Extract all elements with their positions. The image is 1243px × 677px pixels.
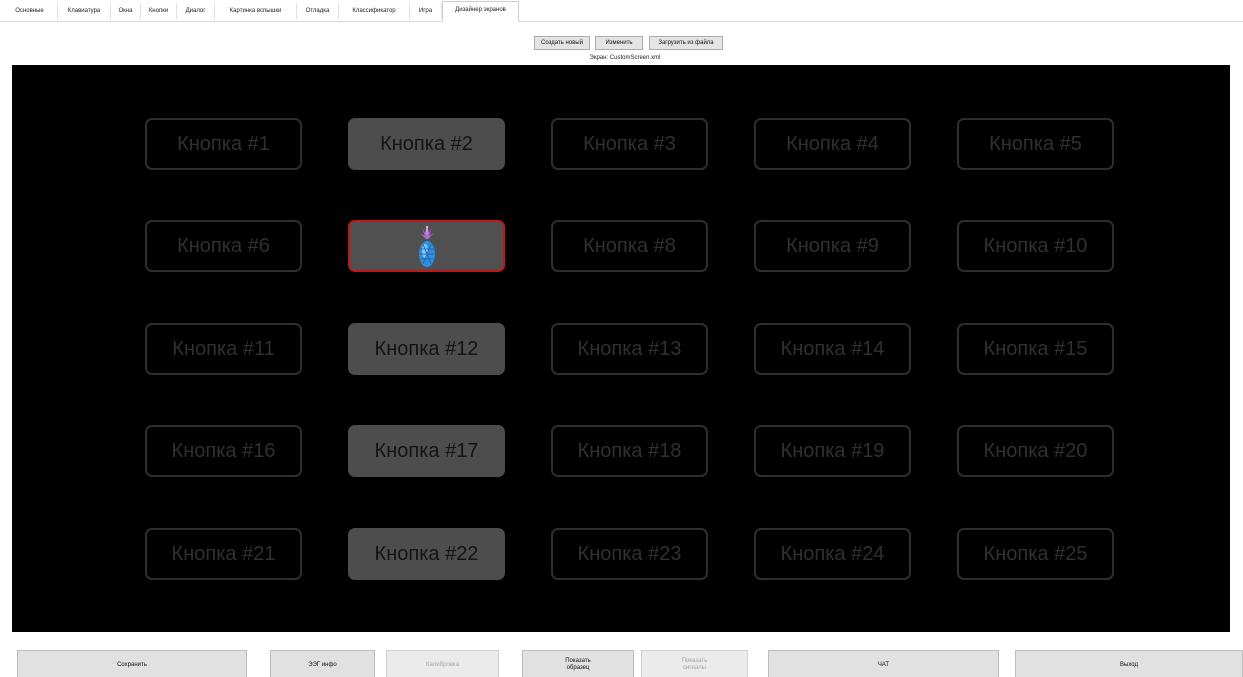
tab-debug[interactable]: Отладка <box>297 3 339 19</box>
save-button[interactable]: Сохранить <box>17 650 247 677</box>
pineapple-icon <box>418 225 435 267</box>
grid-button-4[interactable]: Кнопка #4 <box>754 118 911 170</box>
grid-button-2[interactable]: Кнопка #2 <box>348 118 505 170</box>
tab-keyboard[interactable]: Клавиатура <box>58 3 111 19</box>
tab-main[interactable]: Основные <box>2 3 58 19</box>
grid-button-3[interactable]: Кнопка #3 <box>551 118 708 170</box>
grid-button-7-selected[interactable] <box>348 220 505 272</box>
app-window: Основные Клавиатура Окна Кнопки Диалог К… <box>0 0 1243 677</box>
grid-button-25[interactable]: Кнопка #25 <box>957 528 1114 580</box>
grid-button-23[interactable]: Кнопка #23 <box>551 528 708 580</box>
grid-button-8[interactable]: Кнопка #8 <box>551 220 708 272</box>
tab-classifier[interactable]: Классификатор <box>339 3 410 19</box>
grid-button-20[interactable]: Кнопка #20 <box>957 425 1114 477</box>
grid-button-22[interactable]: Кнопка #22 <box>348 528 505 580</box>
grid-button-16[interactable]: Кнопка #16 <box>145 425 302 477</box>
grid-button-17[interactable]: Кнопка #17 <box>348 425 505 477</box>
grid-button-1[interactable]: Кнопка #1 <box>145 118 302 170</box>
tab-windows[interactable]: Окна <box>111 3 141 19</box>
edit-button[interactable]: Изменить <box>595 36 643 50</box>
grid-button-5[interactable]: Кнопка #5 <box>957 118 1114 170</box>
eeg-info-button[interactable]: ЭЭГ инфо <box>270 650 375 677</box>
tab-bar: Основные Клавиатура Окна Кнопки Диалог К… <box>0 0 1243 22</box>
grid-button-19[interactable]: Кнопка #19 <box>754 425 911 477</box>
grid-button-12[interactable]: Кнопка #12 <box>348 323 505 375</box>
calibration-button[interactable]: Калибровка <box>386 650 499 677</box>
grid-button-13[interactable]: Кнопка #13 <box>551 323 708 375</box>
show-signals-button[interactable]: Показать сигналы <box>641 650 748 677</box>
grid-button-18[interactable]: Кнопка #18 <box>551 425 708 477</box>
tab-screen-designer[interactable]: Дизайнер экранов <box>442 1 519 22</box>
tab-dialog[interactable]: Диалог <box>177 3 215 19</box>
tab-game[interactable]: Игра <box>410 3 442 19</box>
grid-button-14[interactable]: Кнопка #14 <box>754 323 911 375</box>
tab-flash-picture[interactable]: Картинка вспышки <box>215 3 297 19</box>
bottom-toolbar: Сохранить ЭЭГ инфо Калибровка Показать о… <box>0 640 1243 677</box>
exit-button[interactable]: Выход <box>1015 650 1243 677</box>
grid-button-21[interactable]: Кнопка #21 <box>145 528 302 580</box>
grid-button-15[interactable]: Кнопка #15 <box>957 323 1114 375</box>
screen-preview: Кнопка #1 Кнопка #2 Кнопка #3 Кнопка #4 … <box>12 65 1230 632</box>
grid-button-6[interactable]: Кнопка #6 <box>145 220 302 272</box>
grid-button-24[interactable]: Кнопка #24 <box>754 528 911 580</box>
chat-button[interactable]: ЧАТ <box>768 650 999 677</box>
load-from-file-button[interactable]: Загрузить из файла <box>649 36 723 50</box>
grid-button-10[interactable]: Кнопка #10 <box>957 220 1114 272</box>
screen-file-label: Экран: CustomScreen.xml <box>589 55 661 61</box>
show-sample-button[interactable]: Показать образец <box>522 650 634 677</box>
create-new-button[interactable]: Создать новый <box>534 36 590 50</box>
grid-button-9[interactable]: Кнопка #9 <box>754 220 911 272</box>
tab-buttons[interactable]: Кнопки <box>141 3 177 19</box>
grid-button-11[interactable]: Кнопка #11 <box>145 323 302 375</box>
